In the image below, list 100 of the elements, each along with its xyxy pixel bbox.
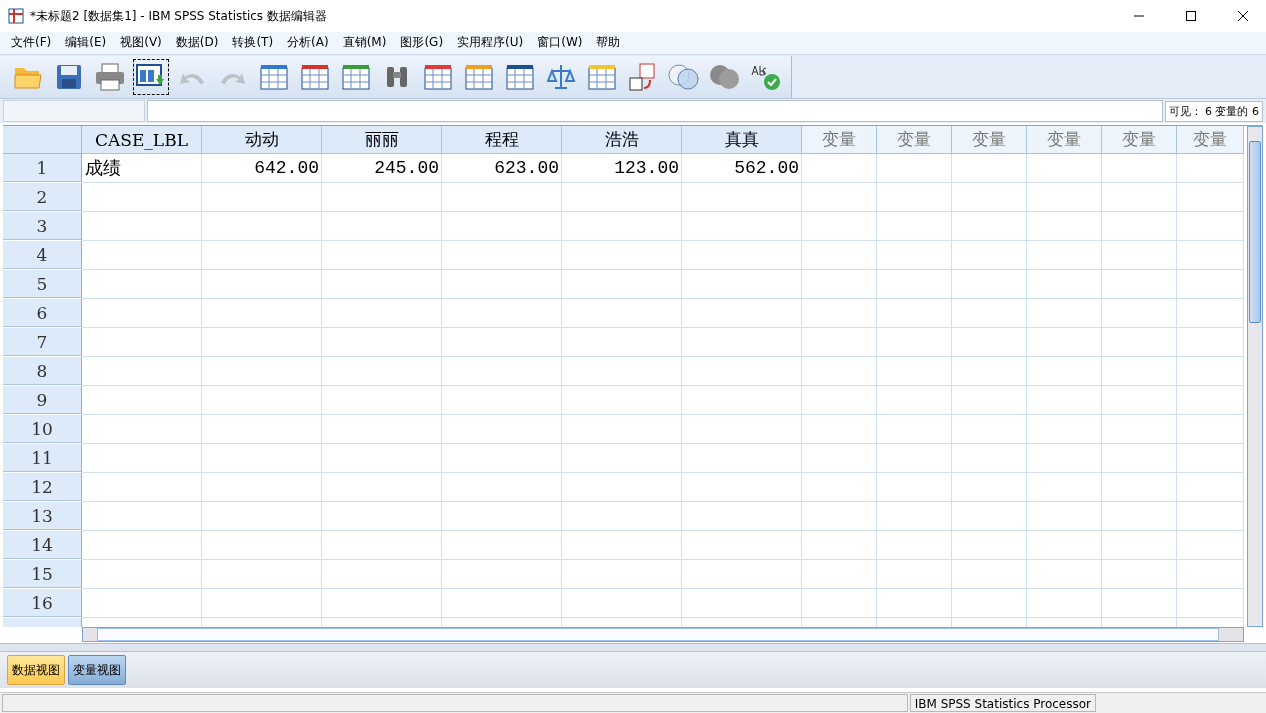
table-cell[interactable] bbox=[202, 241, 322, 271]
table-cell[interactable] bbox=[682, 415, 802, 445]
row-header[interactable]: 5 bbox=[3, 270, 82, 300]
table-cell[interactable] bbox=[1027, 531, 1102, 561]
table-cell[interactable] bbox=[1027, 241, 1102, 271]
table-cell[interactable] bbox=[1177, 386, 1244, 416]
table-cell[interactable] bbox=[1102, 444, 1177, 474]
table-cell[interactable] bbox=[82, 531, 202, 561]
table-cell[interactable] bbox=[562, 502, 682, 532]
table-cell[interactable] bbox=[1102, 502, 1177, 532]
table-cell[interactable] bbox=[442, 241, 562, 271]
table-cell[interactable] bbox=[1027, 299, 1102, 329]
table-cell[interactable] bbox=[562, 183, 682, 213]
table-cell[interactable] bbox=[802, 589, 877, 619]
table-cell[interactable] bbox=[877, 415, 952, 445]
table-cell[interactable] bbox=[1027, 212, 1102, 242]
table-cell[interactable] bbox=[1027, 386, 1102, 416]
cell-reference-field[interactable] bbox=[3, 100, 145, 123]
table-cell[interactable] bbox=[562, 357, 682, 387]
table-cell[interactable] bbox=[442, 183, 562, 213]
table-cell[interactable] bbox=[562, 415, 682, 445]
table-cell[interactable] bbox=[1177, 444, 1244, 474]
table-cell[interactable] bbox=[202, 560, 322, 590]
table-cell[interactable] bbox=[1027, 560, 1102, 590]
table-cell[interactable] bbox=[562, 328, 682, 358]
table-cell[interactable] bbox=[802, 212, 877, 242]
table-cell[interactable] bbox=[877, 589, 952, 619]
table-cell[interactable] bbox=[802, 473, 877, 503]
table-cell[interactable] bbox=[202, 444, 322, 474]
table-cell[interactable] bbox=[322, 589, 442, 619]
table-cell[interactable] bbox=[1102, 386, 1177, 416]
table-cell[interactable] bbox=[1102, 299, 1177, 329]
table-cell[interactable] bbox=[1027, 589, 1102, 619]
column-header[interactable]: 程程 bbox=[442, 126, 562, 155]
table-cell[interactable] bbox=[682, 212, 802, 242]
row-header[interactable]: 14 bbox=[3, 531, 82, 561]
table-cell[interactable] bbox=[802, 444, 877, 474]
table-cell[interactable] bbox=[202, 386, 322, 416]
table-cell[interactable] bbox=[802, 270, 877, 300]
table-cell[interactable] bbox=[442, 589, 562, 619]
table-cell[interactable] bbox=[1027, 154, 1102, 184]
table-cell[interactable] bbox=[877, 270, 952, 300]
menu-item[interactable]: 视图(V) bbox=[113, 34, 169, 52]
table-cell[interactable] bbox=[562, 241, 682, 271]
table-cell[interactable] bbox=[802, 502, 877, 532]
table-cell[interactable] bbox=[442, 357, 562, 387]
table-cell[interactable] bbox=[1102, 328, 1177, 358]
table-cell[interactable]: 642.00 bbox=[202, 154, 322, 184]
row-header[interactable]: 15 bbox=[3, 560, 82, 590]
table-cell[interactable] bbox=[802, 386, 877, 416]
table-cell[interactable] bbox=[1177, 589, 1244, 619]
table-cell[interactable] bbox=[202, 357, 322, 387]
table-cell[interactable]: 245.00 bbox=[322, 154, 442, 184]
table-cell[interactable] bbox=[1177, 270, 1244, 300]
table-cell[interactable] bbox=[82, 473, 202, 503]
table-cell[interactable] bbox=[682, 270, 802, 300]
vertical-scrollbar[interactable] bbox=[1247, 126, 1263, 627]
table-cell[interactable]: 623.00 bbox=[442, 154, 562, 184]
table-cell[interactable] bbox=[1177, 212, 1244, 242]
table-cell[interactable] bbox=[1177, 154, 1244, 184]
table-cell[interactable] bbox=[442, 212, 562, 242]
table-cell[interactable]: 123.00 bbox=[562, 154, 682, 184]
table-cell[interactable] bbox=[1102, 415, 1177, 445]
column-header[interactable]: 变量 bbox=[802, 126, 877, 155]
table-cell[interactable] bbox=[322, 357, 442, 387]
table-cell[interactable] bbox=[877, 386, 952, 416]
table-cell[interactable] bbox=[322, 241, 442, 271]
row-header[interactable]: 12 bbox=[3, 473, 82, 503]
cell-editor-field[interactable] bbox=[147, 100, 1163, 123]
table-cell[interactable] bbox=[952, 415, 1027, 445]
table-cell[interactable] bbox=[562, 589, 682, 619]
menu-item[interactable]: 转换(T) bbox=[225, 34, 281, 52]
table-cell[interactable] bbox=[1102, 357, 1177, 387]
table-cell[interactable] bbox=[1027, 183, 1102, 213]
table-cell[interactable] bbox=[682, 328, 802, 358]
table-cell[interactable] bbox=[562, 531, 682, 561]
table-cell[interactable] bbox=[682, 444, 802, 474]
row-header[interactable]: 8 bbox=[3, 357, 82, 387]
toolbar-button[interactable] bbox=[133, 58, 169, 95]
table-cell[interactable] bbox=[1102, 473, 1177, 503]
table-cell[interactable] bbox=[82, 560, 202, 590]
table-cell[interactable] bbox=[1177, 473, 1244, 503]
column-header[interactable]: CASE_LBL bbox=[82, 126, 202, 155]
table-cell[interactable] bbox=[1177, 560, 1244, 590]
row-header[interactable]: 3 bbox=[3, 212, 82, 242]
table-cell[interactable] bbox=[952, 241, 1027, 271]
table-cell[interactable] bbox=[442, 502, 562, 532]
table-cell[interactable] bbox=[1102, 154, 1177, 184]
table-cell[interactable] bbox=[322, 270, 442, 300]
table-cell[interactable] bbox=[952, 212, 1027, 242]
table-cell[interactable] bbox=[1177, 357, 1244, 387]
table-cell[interactable] bbox=[82, 502, 202, 532]
table-cell[interactable] bbox=[1102, 270, 1177, 300]
table-cell[interactable] bbox=[202, 270, 322, 300]
table-cell[interactable] bbox=[202, 415, 322, 445]
table-cell[interactable] bbox=[442, 473, 562, 503]
table-cell[interactable] bbox=[952, 328, 1027, 358]
column-header[interactable]: 丽丽 bbox=[322, 126, 442, 155]
table-cell[interactable] bbox=[877, 328, 952, 358]
view-tab[interactable]: 变量视图 bbox=[68, 655, 126, 686]
